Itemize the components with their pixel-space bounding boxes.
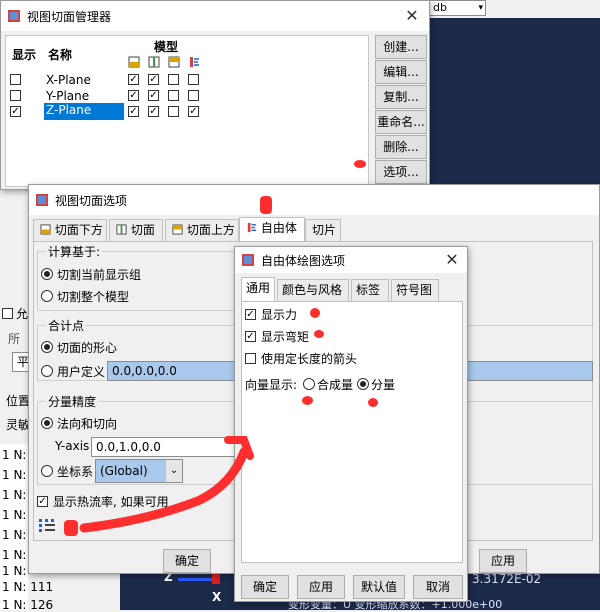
red-mark-resultant	[302, 396, 313, 405]
red-mark-moment	[314, 330, 324, 338]
red-mark-grid	[64, 520, 78, 536]
red-arrow-annotation	[79, 436, 254, 533]
red-mark-force	[310, 308, 320, 318]
red-mark-manager	[354, 160, 366, 168]
red-mark-component	[368, 398, 378, 407]
red-mark-tab	[260, 196, 272, 214]
